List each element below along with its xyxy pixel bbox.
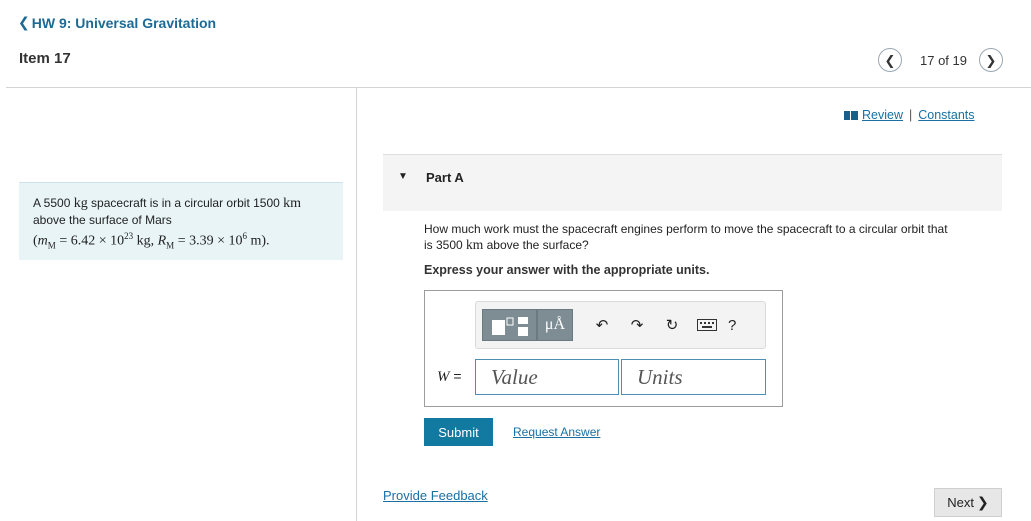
problem-line-3: (mM = 6.42 × 1023 kg, RM = 3.39 × 106 m)… [33,231,270,251]
answer-instruction: Express your answer with the appropriate… [424,263,710,277]
constants-link[interactable]: Constants [918,108,974,122]
answer-entry-box: μÅ ↶ ↷ ↻ ? W = [424,290,783,407]
pager-position: 17 of 19 [920,52,967,68]
panel-divider [356,88,357,521]
templates-icon [492,317,528,336]
submit-button[interactable]: Submit [424,418,493,446]
book-icon [844,110,858,120]
chevron-left-icon: ❮ [18,14,30,30]
collapse-caret-icon[interactable]: ▼ [398,171,408,182]
previous-item-button[interactable]: ❮ [878,48,902,72]
item-pager: ❮ 17 of 19 ❯ [878,48,1003,72]
units-input[interactable] [621,359,766,395]
item-title: Item 17 [19,50,71,67]
problem-line-1: A 5500 kg spacecraft is in a circular or… [33,196,302,211]
header-divider [6,87,1031,88]
part-a-header[interactable] [383,154,1002,211]
request-answer-link[interactable]: Request Answer [513,425,600,439]
part-a-title: Part A [426,170,464,185]
value-input[interactable] [475,359,619,395]
next-button[interactable]: Next ❯ [934,488,1002,517]
review-link[interactable]: Review [862,108,903,122]
question-text: How much work must the spacecraft engine… [424,222,948,252]
chevron-right-icon: ❯ [985,52,997,68]
help-button[interactable]: ? [728,317,736,334]
review-constants-links: Review | Constants [844,108,975,122]
units-symbols-button[interactable]: μÅ [537,309,573,341]
next-label: Next [947,495,974,510]
provide-feedback-link[interactable]: Provide Feedback [383,488,488,503]
answer-variable-label: W = [437,368,462,385]
templates-button[interactable] [482,309,537,341]
redo-icon[interactable]: ↷ [622,310,652,340]
reset-icon[interactable]: ↻ [657,310,687,340]
problem-line-2: above the surface of Mars [33,213,172,227]
keyboard-icon[interactable] [692,310,722,340]
math-toolbar: μÅ ↶ ↷ ↻ ? [475,301,766,349]
undo-icon[interactable]: ↶ [587,310,617,340]
problem-statement: A 5500 kg spacecraft is in a circular or… [19,182,343,260]
link-separator: | [909,108,913,122]
chevron-left-icon: ❮ [884,52,896,68]
next-item-button[interactable]: ❯ [979,48,1003,72]
back-to-assignment-link[interactable]: ❮ HW 9: Universal Gravitation [18,14,216,31]
assignment-title: HW 9: Universal Gravitation [31,14,217,31]
chevron-right-icon: ❯ [977,494,989,510]
